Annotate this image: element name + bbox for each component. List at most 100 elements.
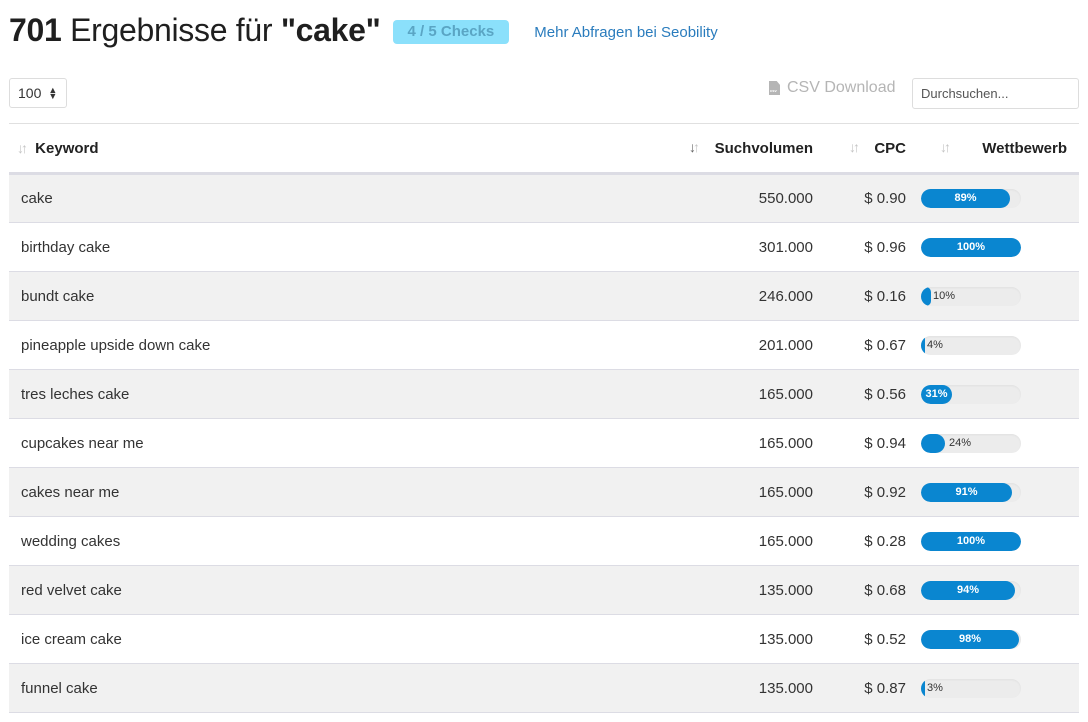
sort-icon: ↓↑	[17, 139, 28, 156]
competition-cell: 100%	[906, 222, 1079, 272]
table-row[interactable]: bundt cake 246.000 $ 0.16 10%	[9, 271, 1079, 321]
keyword-cell: red velvet cake	[9, 565, 699, 615]
keyword-cell: cupcakes near me	[9, 418, 699, 468]
competition-bar: 100%	[921, 531, 1021, 551]
search-input[interactable]	[912, 78, 1079, 109]
cpc-cell: $ 0.96	[813, 222, 906, 272]
cpc-cell: $ 0.67	[813, 320, 906, 370]
title-text: Ergebnisse für	[61, 11, 281, 48]
csv-download-button[interactable]: csv CSV Download	[769, 79, 896, 97]
competition-label: 89%	[954, 192, 977, 204]
keyword-cell: wedding cakes	[9, 516, 699, 566]
query-text: "cake"	[280, 11, 381, 48]
csv-download-label: CSV Download	[787, 79, 896, 96]
column-header-keyword[interactable]: ↓↑ Keyword ↓↑	[9, 123, 700, 175]
table-row[interactable]: cakes near me 165.000 $ 0.92 91%	[9, 467, 1079, 517]
sort-desc-icon: ↓↑	[689, 139, 700, 155]
volume-cell: 550.000	[699, 173, 813, 223]
csv-file-icon: csv	[769, 81, 780, 95]
competition-bar-fill	[921, 286, 931, 306]
competition-cell: 24%	[906, 418, 1079, 468]
volume-cell: 135.000	[699, 614, 813, 664]
volume-cell: 301.000	[699, 222, 813, 272]
cpc-cell: $ 0.16	[813, 271, 906, 321]
competition-bar-fill	[921, 678, 925, 698]
table-row[interactable]: funnel cake 135.000 $ 0.87 3%	[9, 663, 1079, 713]
competition-bar: 4%	[921, 335, 1021, 355]
keyword-cell: funnel cake	[9, 663, 699, 713]
table-header-row: ↓↑ Keyword ↓↑ Suchvolumen ↓↑ CPC ↓↑ Wett…	[9, 123, 1079, 175]
keyword-cell: ice cream cake	[9, 614, 699, 664]
competition-bar: 89%	[921, 189, 1021, 208]
competition-bar: 31%	[921, 384, 1021, 404]
cpc-cell: $ 0.28	[813, 516, 906, 566]
table-row[interactable]: wedding cakes 165.000 $ 0.28 100%	[9, 516, 1079, 566]
table-row[interactable]: red velvet cake 135.000 $ 0.68 94%	[9, 565, 1079, 615]
competition-bar: 24%	[921, 433, 1021, 453]
cpc-cell: $ 0.68	[813, 565, 906, 615]
cpc-cell: $ 0.56	[813, 369, 906, 419]
competition-cell: 98%	[906, 614, 1079, 664]
keyword-cell: cakes near me	[9, 467, 699, 517]
volume-cell: 135.000	[699, 565, 813, 615]
competition-bar: 91%	[921, 482, 1021, 502]
volume-cell: 246.000	[699, 271, 813, 321]
competition-bar: 100%	[921, 237, 1021, 257]
competition-label: 4%	[927, 338, 943, 351]
competition-label: 94%	[956, 583, 980, 596]
table-row[interactable]: cake 550.000 $ 0.90 89%	[9, 173, 1079, 223]
competition-cell: 10%	[906, 271, 1079, 321]
table-row[interactable]: birthday cake 301.000 $ 0.96 100%	[9, 222, 1079, 272]
column-header-cpc[interactable]: ↓↑ CPC	[813, 123, 906, 175]
keyword-cell: pineapple upside down cake	[9, 320, 699, 370]
volume-cell: 165.000	[699, 418, 813, 468]
competition-cell: 94%	[906, 565, 1079, 615]
competition-label: 100%	[956, 534, 986, 547]
keyword-cell: birthday cake	[9, 222, 699, 272]
results-header: 701 Ergebnisse für "cake" 4 / 5 Checks M…	[9, 8, 718, 52]
keyword-cell: tres leches cake	[9, 369, 699, 419]
competition-label: 31%	[925, 387, 948, 400]
competition-bar: 98%	[921, 629, 1021, 649]
cpc-cell: $ 0.87	[813, 663, 906, 713]
result-count: 701	[9, 11, 62, 48]
competition-cell: 4%	[906, 320, 1079, 370]
competition-bar-fill	[921, 433, 945, 453]
column-header-volume[interactable]: Suchvolumen	[699, 123, 813, 175]
competition-label: 24%	[949, 436, 972, 449]
checks-badge: 4 / 5 Checks	[392, 20, 510, 44]
competition-label: 91%	[955, 485, 978, 498]
cpc-cell: $ 0.92	[813, 467, 906, 517]
column-header-competition[interactable]: ↓↑ Wettbewerb	[906, 123, 1079, 175]
table-row[interactable]: tres leches cake 165.000 $ 0.56 31%	[9, 369, 1079, 419]
volume-cell: 165.000	[699, 369, 813, 419]
competition-bar: 3%	[921, 678, 1021, 698]
competition-bar-fill	[921, 335, 925, 355]
table-row[interactable]: ice cream cake 135.000 $ 0.52 98%	[9, 614, 1079, 664]
table-row[interactable]: pineapple upside down cake 201.000 $ 0.67 4…	[9, 320, 1079, 370]
select-arrows-icon: ▲ ▼	[48, 85, 58, 101]
more-queries-link[interactable]: Mehr Abfragen bei Seobility	[534, 24, 717, 41]
cpc-cell: $ 0.90	[813, 173, 906, 223]
keyword-cell: bundt cake	[9, 271, 699, 321]
cpc-cell: $ 0.52	[813, 614, 906, 664]
keyword-table: ↓↑ Keyword ↓↑ Suchvolumen ↓↑ CPC ↓↑ Wett…	[9, 123, 1079, 713]
keyword-cell: cake	[9, 173, 699, 223]
page-length-select[interactable]: 100 ▲ ▼	[9, 78, 67, 108]
volume-cell: 201.000	[699, 320, 813, 370]
competition-bar: 10%	[921, 286, 1021, 306]
volume-cell: 135.000	[699, 663, 813, 713]
competition-label: 100%	[956, 240, 986, 253]
cpc-cell: $ 0.94	[813, 418, 906, 468]
sort-icon: ↓↑	[849, 139, 860, 155]
competition-cell: 91%	[906, 467, 1079, 517]
competition-label: 3%	[927, 681, 943, 694]
competition-cell: 89%	[906, 173, 1079, 223]
competition-bar: 94%	[921, 580, 1021, 600]
competition-cell: 3%	[906, 663, 1079, 713]
volume-cell: 165.000	[699, 516, 813, 566]
page-title: 701 Ergebnisse für "cake"	[9, 12, 381, 49]
table-row[interactable]: cupcakes near me 165.000 $ 0.94 24%	[9, 418, 1079, 468]
competition-cell: 31%	[906, 369, 1079, 419]
page-length-value: 100	[18, 85, 42, 101]
